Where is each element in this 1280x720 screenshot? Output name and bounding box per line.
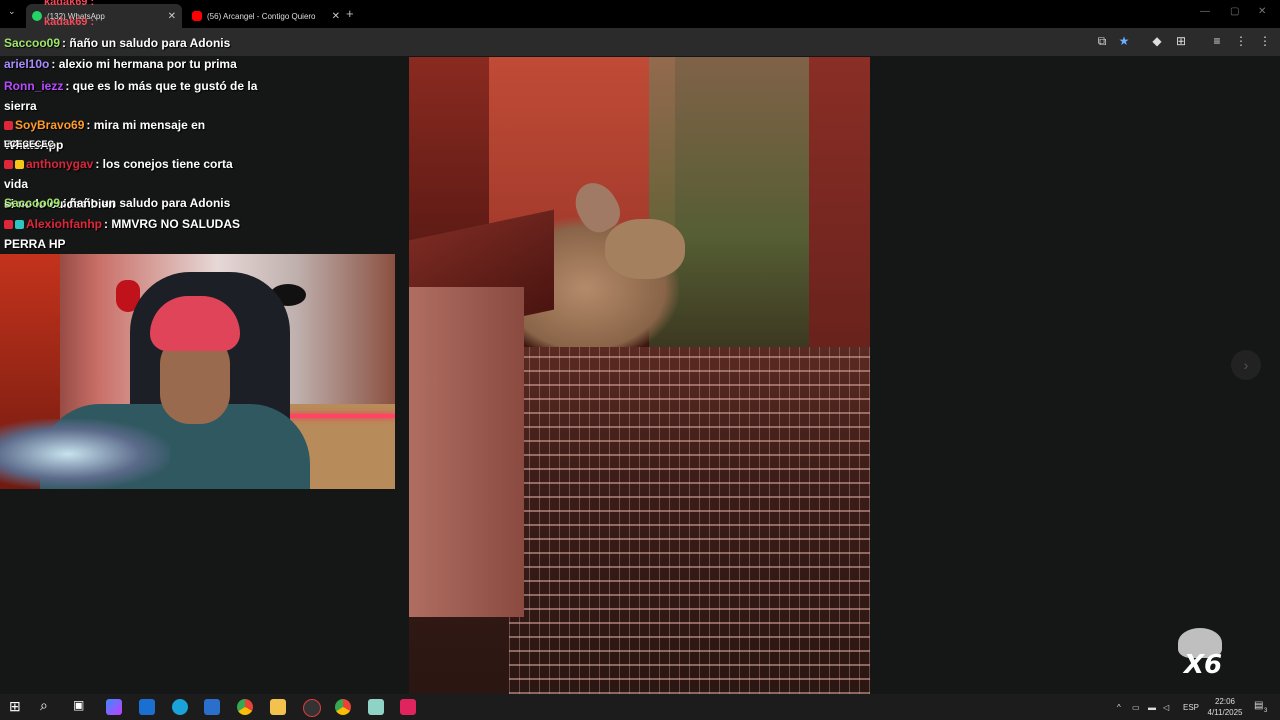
copilot-icon[interactable] <box>106 699 122 715</box>
windows-taskbar <box>0 694 1280 720</box>
tray-volume-icon[interactable]: ◁ <box>1163 703 1169 712</box>
chat-text-cont: PERRA HP <box>4 237 66 251</box>
tab-close-button[interactable]: ✕ <box>168 11 176 22</box>
webcam-feed <box>0 254 395 489</box>
search-icon[interactable]: ⌕ <box>40 697 56 713</box>
tab-title: (56) Arcangel - Contigo Quiero <box>207 11 316 21</box>
chat-text: : ñaño un saludo para Adonis <box>62 36 231 50</box>
tab-close-button[interactable]: ✕ <box>332 11 340 22</box>
chat-username: Saccoo09 <box>4 196 61 210</box>
minimize-icon[interactable]: — <box>1200 6 1210 17</box>
chat-message: ariel10o: alexio mi hermana por tu prima <box>4 54 259 74</box>
extension-diamond-icon[interactable]: ◆ <box>1150 34 1164 48</box>
tiktok-icon[interactable] <box>400 699 416 715</box>
x6-watermark: X6 <box>1184 650 1223 680</box>
tab-youtube[interactable]: (56) Arcangel - Contigo Quiero ✕ <box>186 4 346 28</box>
maximize-icon[interactable]: ▢ <box>1230 6 1239 17</box>
chat-text: : que es lo más que te gustó de la <box>65 79 258 93</box>
chat-message: Alexiohfanhp: MMVRG NO SALUDAS PERRA HP <box>4 214 259 254</box>
next-arrow-button[interactable]: › <box>1231 350 1261 380</box>
clock-date: 4/11/2025 <box>1207 708 1243 717</box>
wire-cage-floor <box>509 347 870 694</box>
tray-network-icon[interactable]: ▭ <box>1132 703 1140 712</box>
overlay-username: kadak69 : <box>44 16 95 28</box>
chat-username: anthonygav <box>26 157 94 171</box>
youtube-icon <box>192 11 202 21</box>
windows-start-icon[interactable]: ⊞ <box>9 698 25 714</box>
bookmark-star-icon[interactable]: ★ <box>1117 34 1131 48</box>
clock-time: 22:06 <box>1214 697 1236 706</box>
profile-icon[interactable]: ⋮ <box>1234 34 1248 48</box>
chat-message: Saccoo09: ñaño un saludo para Adonis <box>4 33 304 53</box>
chat-text: : alexio mi hermana por tu prima <box>51 57 237 71</box>
crown-badge-icon <box>15 160 24 169</box>
cast-icon[interactable]: ⧉ <box>1095 34 1109 48</box>
badge-icon <box>4 121 13 130</box>
obs-icon[interactable] <box>303 699 321 717</box>
microphone <box>0 419 170 489</box>
overlay-username: kadak69 : <box>44 0 95 8</box>
chat-username: Ronn_iezz <box>4 79 64 93</box>
notifications-icon[interactable]: ▤ <box>1254 700 1263 711</box>
tray-battery-icon[interactable]: ▬ <box>1148 703 1156 712</box>
tray-chevron-icon[interactable]: ^ <box>1117 703 1121 712</box>
chat-username: Alexiohfanhp <box>26 217 103 231</box>
task-view-icon[interactable]: ▣ <box>73 698 89 714</box>
chat-text: : MMVRG NO SALUDAS <box>104 217 241 231</box>
badge-icon <box>4 160 13 169</box>
badge-icon <box>4 220 13 229</box>
chat-message: Saccoo09: ñaño un saludo para Adonis <box>4 193 259 213</box>
reel-video[interactable] <box>409 57 870 694</box>
notepad-icon[interactable] <box>368 699 384 715</box>
chat-text: : ñaño un saludo para Adonis <box>62 196 231 210</box>
outlook-icon[interactable] <box>139 699 155 715</box>
tab-search-icon[interactable]: ⌄ <box>8 6 16 17</box>
chat-text: ECECECEC <box>4 139 55 149</box>
file-explorer-icon[interactable] <box>270 699 286 715</box>
media-queue-icon[interactable]: ≡ <box>1210 34 1224 48</box>
clock[interactable]: 22:06 4/11/2025 <box>1200 696 1250 718</box>
chat-message: Ronn_iezz: que es lo más que te gustó de… <box>4 76 259 116</box>
notification-count: 3 <box>1264 708 1268 714</box>
close-window-icon[interactable]: ✕ <box>1258 6 1266 17</box>
chat-text-cont: sierra <box>4 99 37 113</box>
language-indicator[interactable]: ESP <box>1183 703 1199 712</box>
new-tab-button[interactable]: + <box>346 6 354 21</box>
badge-icon <box>15 220 24 229</box>
store-icon[interactable] <box>204 699 220 715</box>
wooden-post <box>409 287 524 617</box>
chrome-profile-icon[interactable] <box>335 699 351 715</box>
chat-message: ECECECEC <box>4 134 259 154</box>
chat-username: Saccoo09 <box>4 36 61 50</box>
chrome-icon[interactable] <box>237 699 253 715</box>
edge-icon[interactable] <box>172 699 188 715</box>
menu-kebab-icon[interactable]: ⋮ <box>1258 34 1272 48</box>
chat-username: ariel10o <box>4 57 50 71</box>
whatsapp-icon <box>32 11 42 21</box>
chat-username: SoyBravo69 <box>15 118 85 132</box>
extensions-puzzle-icon[interactable]: ⊞ <box>1174 34 1188 48</box>
